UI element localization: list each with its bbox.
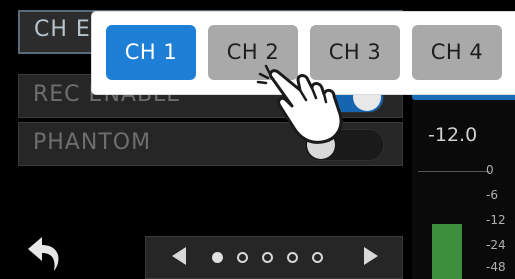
- meter-tick: -12: [486, 213, 506, 227]
- level-meter-bar: [432, 224, 462, 279]
- page-dot: [287, 252, 298, 263]
- gain-value: -12.0: [428, 124, 478, 146]
- device-screen: CH EDIT REC ENABLE PHANTOM -12.0 0 -6 -1…: [0, 0, 515, 279]
- back-button[interactable]: [22, 233, 66, 273]
- page-next-icon[interactable]: [364, 247, 378, 265]
- meter-tick: -48: [486, 260, 506, 274]
- back-arrow-icon: [28, 237, 59, 271]
- page-indicator: [145, 236, 403, 279]
- page-dot-active: [212, 252, 223, 263]
- phantom-label: PHANTOM: [33, 130, 152, 155]
- meter-tick: -24: [486, 238, 506, 252]
- ch4-button[interactable]: CH 4: [412, 25, 502, 80]
- page-dot: [237, 252, 248, 263]
- page-dot: [312, 252, 323, 263]
- tap-hand-icon: [248, 56, 368, 146]
- page-dot: [262, 252, 273, 263]
- meter-tick: -6: [486, 188, 498, 202]
- page-prev-icon[interactable]: [172, 247, 186, 265]
- meter-reference-line: [418, 171, 490, 172]
- ch1-button[interactable]: CH 1: [106, 25, 196, 80]
- meter-tick: 0: [486, 163, 494, 177]
